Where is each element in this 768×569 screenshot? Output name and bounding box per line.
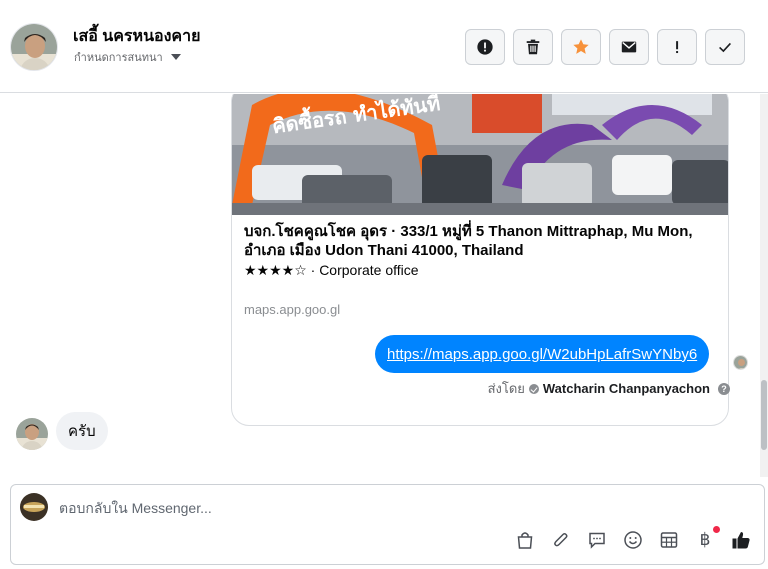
page-avatar — [20, 493, 48, 521]
emoji-button[interactable] — [622, 529, 644, 551]
reply-composer: ฿ — [10, 484, 765, 565]
delete-button[interactable] — [513, 29, 553, 65]
outgoing-message-bubble: https://maps.app.goo.gl/W2ubHpLafrSwYNby… — [375, 335, 710, 373]
reply-input[interactable] — [59, 497, 659, 519]
report-spam-button[interactable] — [465, 29, 505, 65]
notification-dot — [713, 526, 720, 533]
like-button[interactable] — [730, 529, 752, 551]
baht-icon: ฿ — [699, 530, 711, 550]
scrollbar-thumb[interactable] — [761, 380, 767, 450]
composer-tools: ฿ — [514, 526, 752, 551]
incoming-avatar[interactable] — [16, 418, 48, 450]
place-title: บจก.โชคคูณโชค อุดร · 333/1 หมู่ที่ 5 Tha… — [244, 223, 693, 259]
link-preview-card[interactable]: คิดซื้อรถ ทำได้ทันที บจก.โชคคูณโชค อุดร … — [231, 94, 729, 426]
messenger-conversation: เสอี้ นครหนองคาย กำหนดการสนทนา คิดซื้อรถ… — [0, 0, 768, 569]
seen-avatar — [733, 355, 748, 370]
contact-avatar[interactable] — [10, 23, 58, 71]
envelope-icon — [621, 41, 637, 53]
appointment-button[interactable] — [658, 529, 680, 551]
star-icon — [573, 39, 589, 54]
thumbs-up-icon — [732, 532, 750, 549]
chat-bubble-icon — [589, 532, 605, 549]
paperclip-icon — [554, 533, 568, 547]
conversation-header: เสอี้ นครหนองคาย กำหนดการสนทนา — [0, 0, 768, 93]
trash-icon — [526, 39, 540, 55]
mark-done-button[interactable] — [705, 29, 745, 65]
place-rating: ★★★★☆ · Corporate office — [244, 262, 419, 278]
bag-icon — [517, 532, 533, 549]
incoming-message-bubble: ครับ — [56, 412, 108, 450]
contact-name[interactable]: เสอี้ นครหนองคาย — [73, 24, 201, 49]
mark-unread-button[interactable] — [609, 29, 649, 65]
emoji-icon — [624, 531, 642, 549]
sent-by-prefix: ส่งโดย — [487, 381, 525, 396]
shop-button[interactable] — [514, 529, 536, 551]
table-icon — [660, 532, 678, 548]
star-button[interactable] — [561, 29, 601, 65]
link-domain: maps.app.goo.gl — [244, 302, 341, 317]
caret-down-icon — [170, 54, 181, 60]
check-icon — [719, 42, 731, 53]
follow-up-button[interactable] — [657, 29, 697, 65]
message-thread[interactable]: คิดซื้อรถ ทำได้ทันที บจก.โชคคูณโชค อุดร … — [0, 94, 768, 477]
sent-by-line: ส่งโดย Watcharin Chanpanyachon ? — [488, 378, 730, 399]
outgoing-message-link[interactable]: https://maps.app.goo.gl/W2ubHpLafrSwYNby… — [387, 346, 697, 363]
payment-button[interactable]: ฿ — [694, 526, 720, 551]
sent-check-icon — [528, 383, 539, 394]
help-icon[interactable]: ? — [718, 382, 730, 395]
conversation-settings-dropdown[interactable]: กำหนดการสนทนา — [74, 48, 181, 66]
thread-scrollbar[interactable] — [760, 94, 768, 477]
attach-button[interactable] — [550, 529, 572, 551]
conversation-settings-label: กำหนดการสนทนา — [74, 52, 163, 64]
alert-circle-icon — [477, 39, 493, 55]
link-preview-image: คิดซื้อรถ ทำได้ทันที — [232, 94, 728, 215]
conversation-toolbar — [465, 29, 745, 65]
sender-name: Watcharin Chanpanyachon — [542, 381, 710, 396]
saved-replies-button[interactable] — [586, 529, 608, 551]
exclamation-icon — [676, 41, 679, 54]
